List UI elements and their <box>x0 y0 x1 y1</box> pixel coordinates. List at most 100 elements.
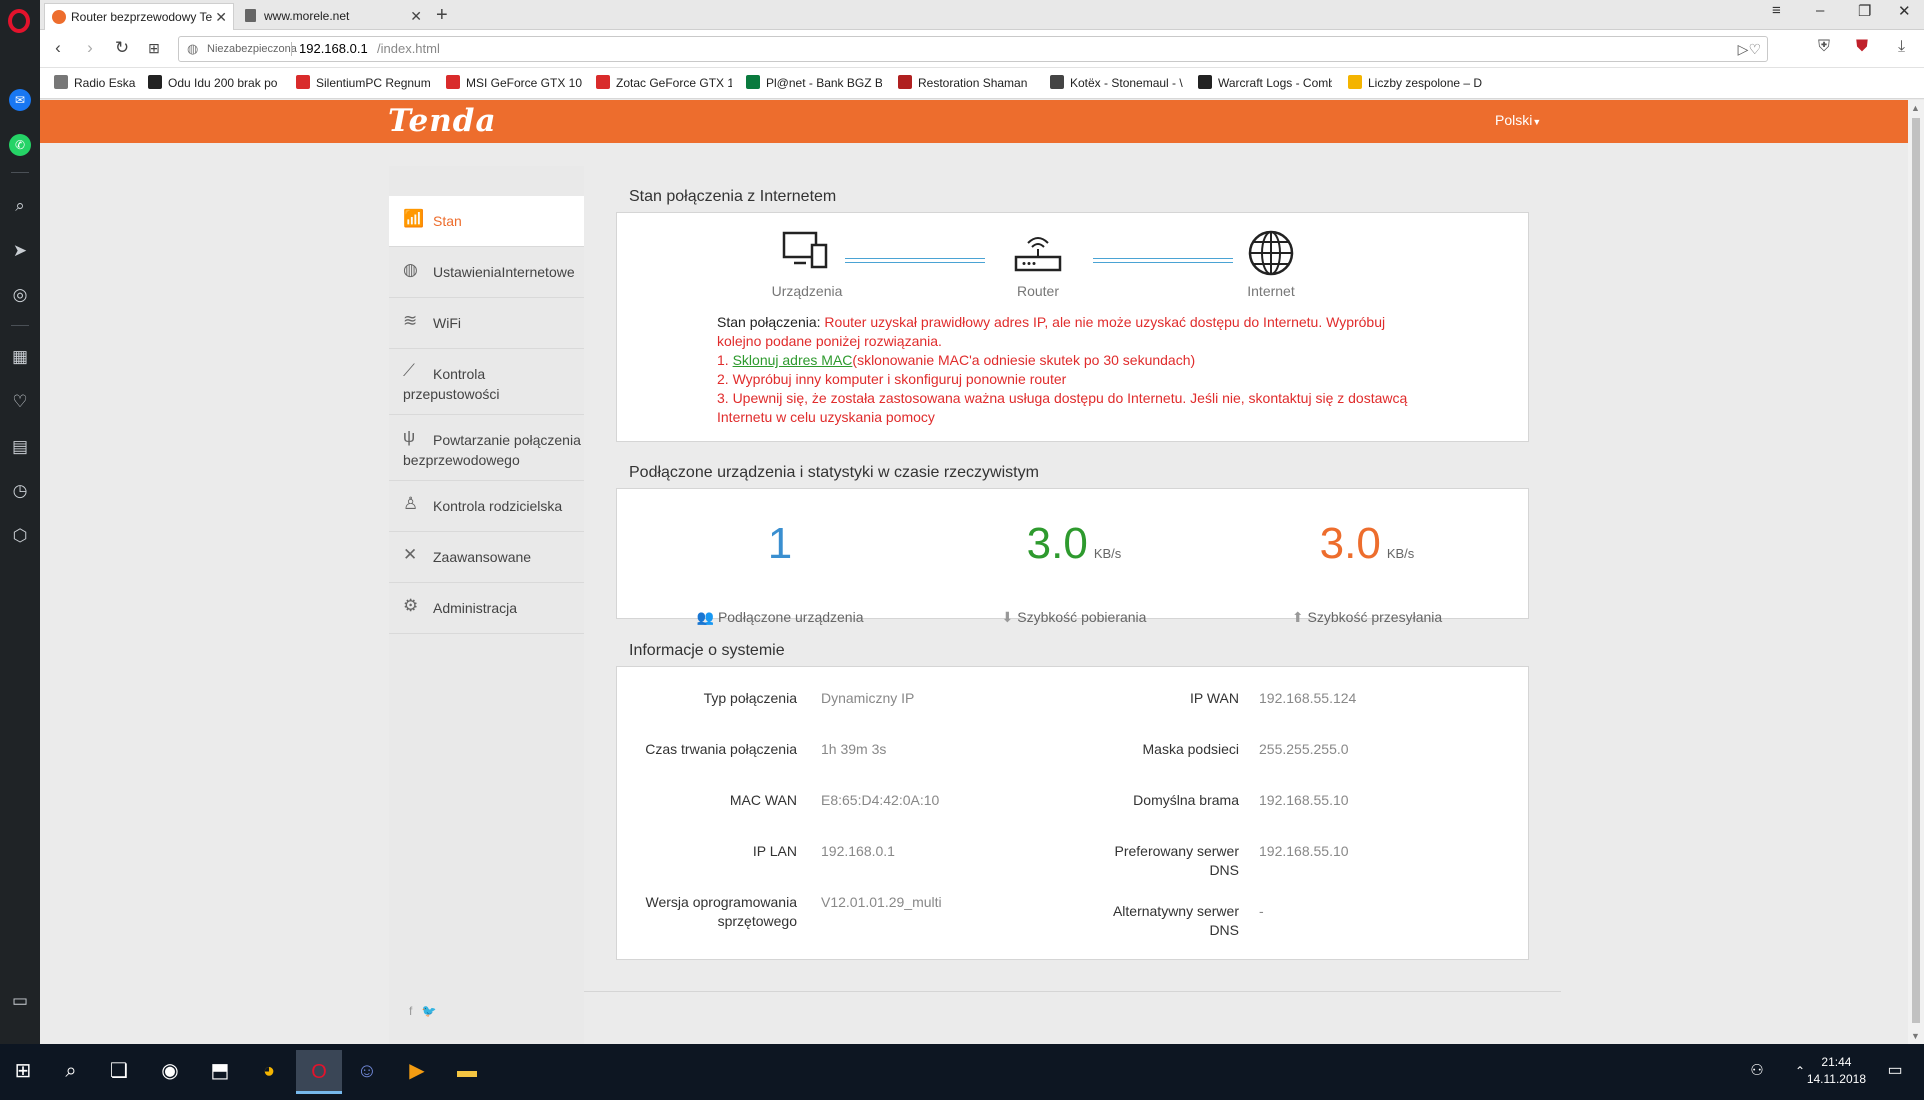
chrome-icon[interactable]: ◕ <box>254 1056 284 1086</box>
opera-logo-icon[interactable] <box>8 9 30 33</box>
info-row: Wersja oprogramowania sprzętowego V12.01… <box>617 893 942 933</box>
info-value: 1h 39m 3s <box>821 741 887 757</box>
bookmark[interactable]: Liczby zespolone – D <box>1348 75 1488 90</box>
adblock-icon[interactable]: ⛨ <box>1818 38 1830 56</box>
info-value: V12.01.01.29_multi <box>821 894 942 910</box>
scroll-thumb[interactable] <box>1912 118 1920 1023</box>
caret-down-icon: ▼ <box>1532 117 1542 127</box>
news-icon[interactable]: ▤ <box>9 436 31 458</box>
security-label: Niezabezpieczona <box>207 43 297 55</box>
back-icon[interactable]: ‹ <box>48 38 68 58</box>
ublock-icon[interactable]: ⛊ <box>1856 38 1868 56</box>
media-player-icon[interactable]: ▶ <box>402 1056 432 1086</box>
tenda-header: Tenda Polski▼ <box>40 100 1908 143</box>
send-icon[interactable]: ➤ <box>9 240 31 262</box>
bookmark[interactable]: Kotëx - Stonemaul - \ <box>1050 75 1184 90</box>
opera-taskbar-icon[interactable]: O <box>296 1050 342 1094</box>
nav-kontrola-rodzicielska[interactable]: ♙ Kontrola rodzicielska <box>389 481 584 532</box>
send-heart-icon[interactable]: ▷♡ <box>1738 37 1761 61</box>
scroll-up-icon[interactable]: ▲ <box>1911 103 1920 113</box>
bookmark-icon <box>1050 75 1064 89</box>
tab-router[interactable]: Router bezprzewodowy Te ✕ <box>44 3 234 30</box>
info-key: DNS <box>1209 862 1239 878</box>
bookmark[interactable]: Odu Idu 200 brak po <box>148 75 288 90</box>
info-value: E8:65:D4:42:0A:10 <box>821 792 940 808</box>
section-title-stats: Podłączone urządzenia i statystyki w cza… <box>629 464 1039 481</box>
clock[interactable]: 21:44 14.11.2018 <box>1807 1054 1866 1088</box>
bookmark-icon <box>746 75 760 89</box>
restore-icon[interactable]: ❐ <box>1858 2 1871 20</box>
info-key: sprzętowego <box>717 913 797 929</box>
step-3: 3. Upewnij się, że została zastosowana w… <box>717 390 1408 425</box>
sidebar-divider <box>11 172 29 173</box>
connection-line <box>1093 258 1233 263</box>
search-icon[interactable]: ⌕ <box>9 195 31 217</box>
globe-icon: ◍ <box>403 260 418 279</box>
clock-time: 21:44 <box>1821 1055 1852 1069</box>
bookmark[interactable]: Radio Eska <box>54 75 146 90</box>
nav-ustawienia-internetowe[interactable]: ◍ UstawieniaInternetowe <box>389 247 584 298</box>
messenger-icon[interactable]: ✉ <box>9 89 31 111</box>
nav-kontrola-przepustowosci[interactable]: ⟋ Kontrola przepustowości <box>389 349 584 415</box>
window-close-icon[interactable]: ✕ <box>1898 2 1911 20</box>
info-value: 192.168.0.1 <box>821 843 895 859</box>
tab-morele[interactable]: www.morele.net ✕ <box>238 3 428 30</box>
nav-administracja[interactable]: ⚙ Administracja <box>389 583 584 634</box>
section-title-connection: Stan połączenia z Internetem <box>629 188 837 205</box>
router-icon <box>1014 237 1062 272</box>
clone-mac-link[interactable]: Sklonuj adres MAC <box>733 352 853 368</box>
bookmark[interactable]: Zotac GeForce GTX 1 <box>596 75 732 90</box>
windows-start-icon[interactable]: ⊞ <box>8 1056 38 1086</box>
language-select[interactable]: Polski▼ <box>1495 112 1541 128</box>
heart-icon[interactable]: ♡ <box>9 391 31 413</box>
search-icon[interactable]: ⌕ <box>56 1056 86 1086</box>
connection-line <box>845 258 985 263</box>
address-bar[interactable]: ◍ Niezabezpieczona 192.168.0.1 /index.ht… <box>178 36 1768 62</box>
bookmark[interactable]: Restoration Shaman <box>898 75 1034 90</box>
system-info-box: Typ połączenia Dynamiczny IP Czas trwani… <box>616 666 1529 960</box>
file-explorer-icon[interactable]: ▬ <box>452 1056 482 1086</box>
page-scrollbar[interactable]: ▲ ▼ <box>1908 100 1924 1044</box>
info-row: Preferowany serwer DNS 192.168.55.10 <box>1017 842 1349 882</box>
whatsapp-icon[interactable]: ✆ <box>9 134 31 156</box>
tenda-favicon-icon <box>52 10 66 24</box>
bookmark[interactable]: SilentiumPC Regnum <box>296 75 436 90</box>
stat-upload: 3.0 KB/s ⬆ Szybkość przesyłania <box>1217 519 1517 625</box>
people-icon[interactable]: ⚇ <box>1742 1056 1772 1086</box>
nav-powtarzanie-polaczenia[interactable]: ψ Powtarzanie połączenia bezprzewodowego <box>389 415 584 481</box>
antenna-icon: ψ <box>403 427 416 446</box>
bookmark[interactable]: Pl@net - Bank BGZ B <box>746 75 882 90</box>
history-icon[interactable]: ◷ <box>9 480 31 502</box>
sidebar-toggle-icon[interactable]: ▭ <box>9 990 31 1012</box>
speed-dial-button-icon[interactable]: ⊞ <box>144 38 164 58</box>
speed-dial-icon[interactable]: ▦ <box>9 346 31 368</box>
steam-icon[interactable]: ◉ <box>155 1056 185 1086</box>
users-icon: 👥 <box>696 609 714 625</box>
facebook-icon[interactable]: f <box>409 1004 412 1018</box>
twitter-icon[interactable]: 🐦 <box>422 1004 437 1018</box>
extensions-icon[interactable]: ⬡ <box>9 525 31 547</box>
info-key: Wersja oprogramowania <box>645 894 797 910</box>
minimize-icon[interactable]: – <box>1816 2 1824 19</box>
forward-icon[interactable]: › <box>80 38 100 58</box>
notifications-icon[interactable]: ▭ <box>1880 1056 1910 1086</box>
nav-stan[interactable]: 📶 Stan <box>389 196 584 247</box>
discord-icon[interactable]: ☺ <box>352 1056 382 1086</box>
scroll-down-icon[interactable]: ▼ <box>1911 1031 1920 1041</box>
close-icon[interactable]: ✕ <box>215 4 227 30</box>
info-key: Typ połączenia <box>703 690 797 706</box>
nav-wifi[interactable]: ≋ WiFi <box>389 298 584 349</box>
nav-zaawansowane[interactable]: ✕ Zaawansowane <box>389 532 584 583</box>
download-icon[interactable]: ⤓ <box>1898 38 1905 56</box>
bookmark[interactable]: MSI GeForce GTX 10 <box>446 75 582 90</box>
camera-icon[interactable]: ◎ <box>9 284 31 306</box>
devices-icon <box>782 231 828 269</box>
app-icon[interactable]: ⬒ <box>205 1056 235 1086</box>
new-tab-button[interactable]: + <box>436 3 448 27</box>
download-unit: KB/s <box>1093 546 1122 561</box>
close-icon[interactable]: ✕ <box>410 3 422 30</box>
reload-icon[interactable]: ↻ <box>112 38 132 58</box>
task-view-icon[interactable]: ❏ <box>104 1056 134 1086</box>
bookmark[interactable]: Warcraft Logs - Comb <box>1198 75 1332 90</box>
tab-menu-icon[interactable]: ≡ <box>1772 2 1781 19</box>
